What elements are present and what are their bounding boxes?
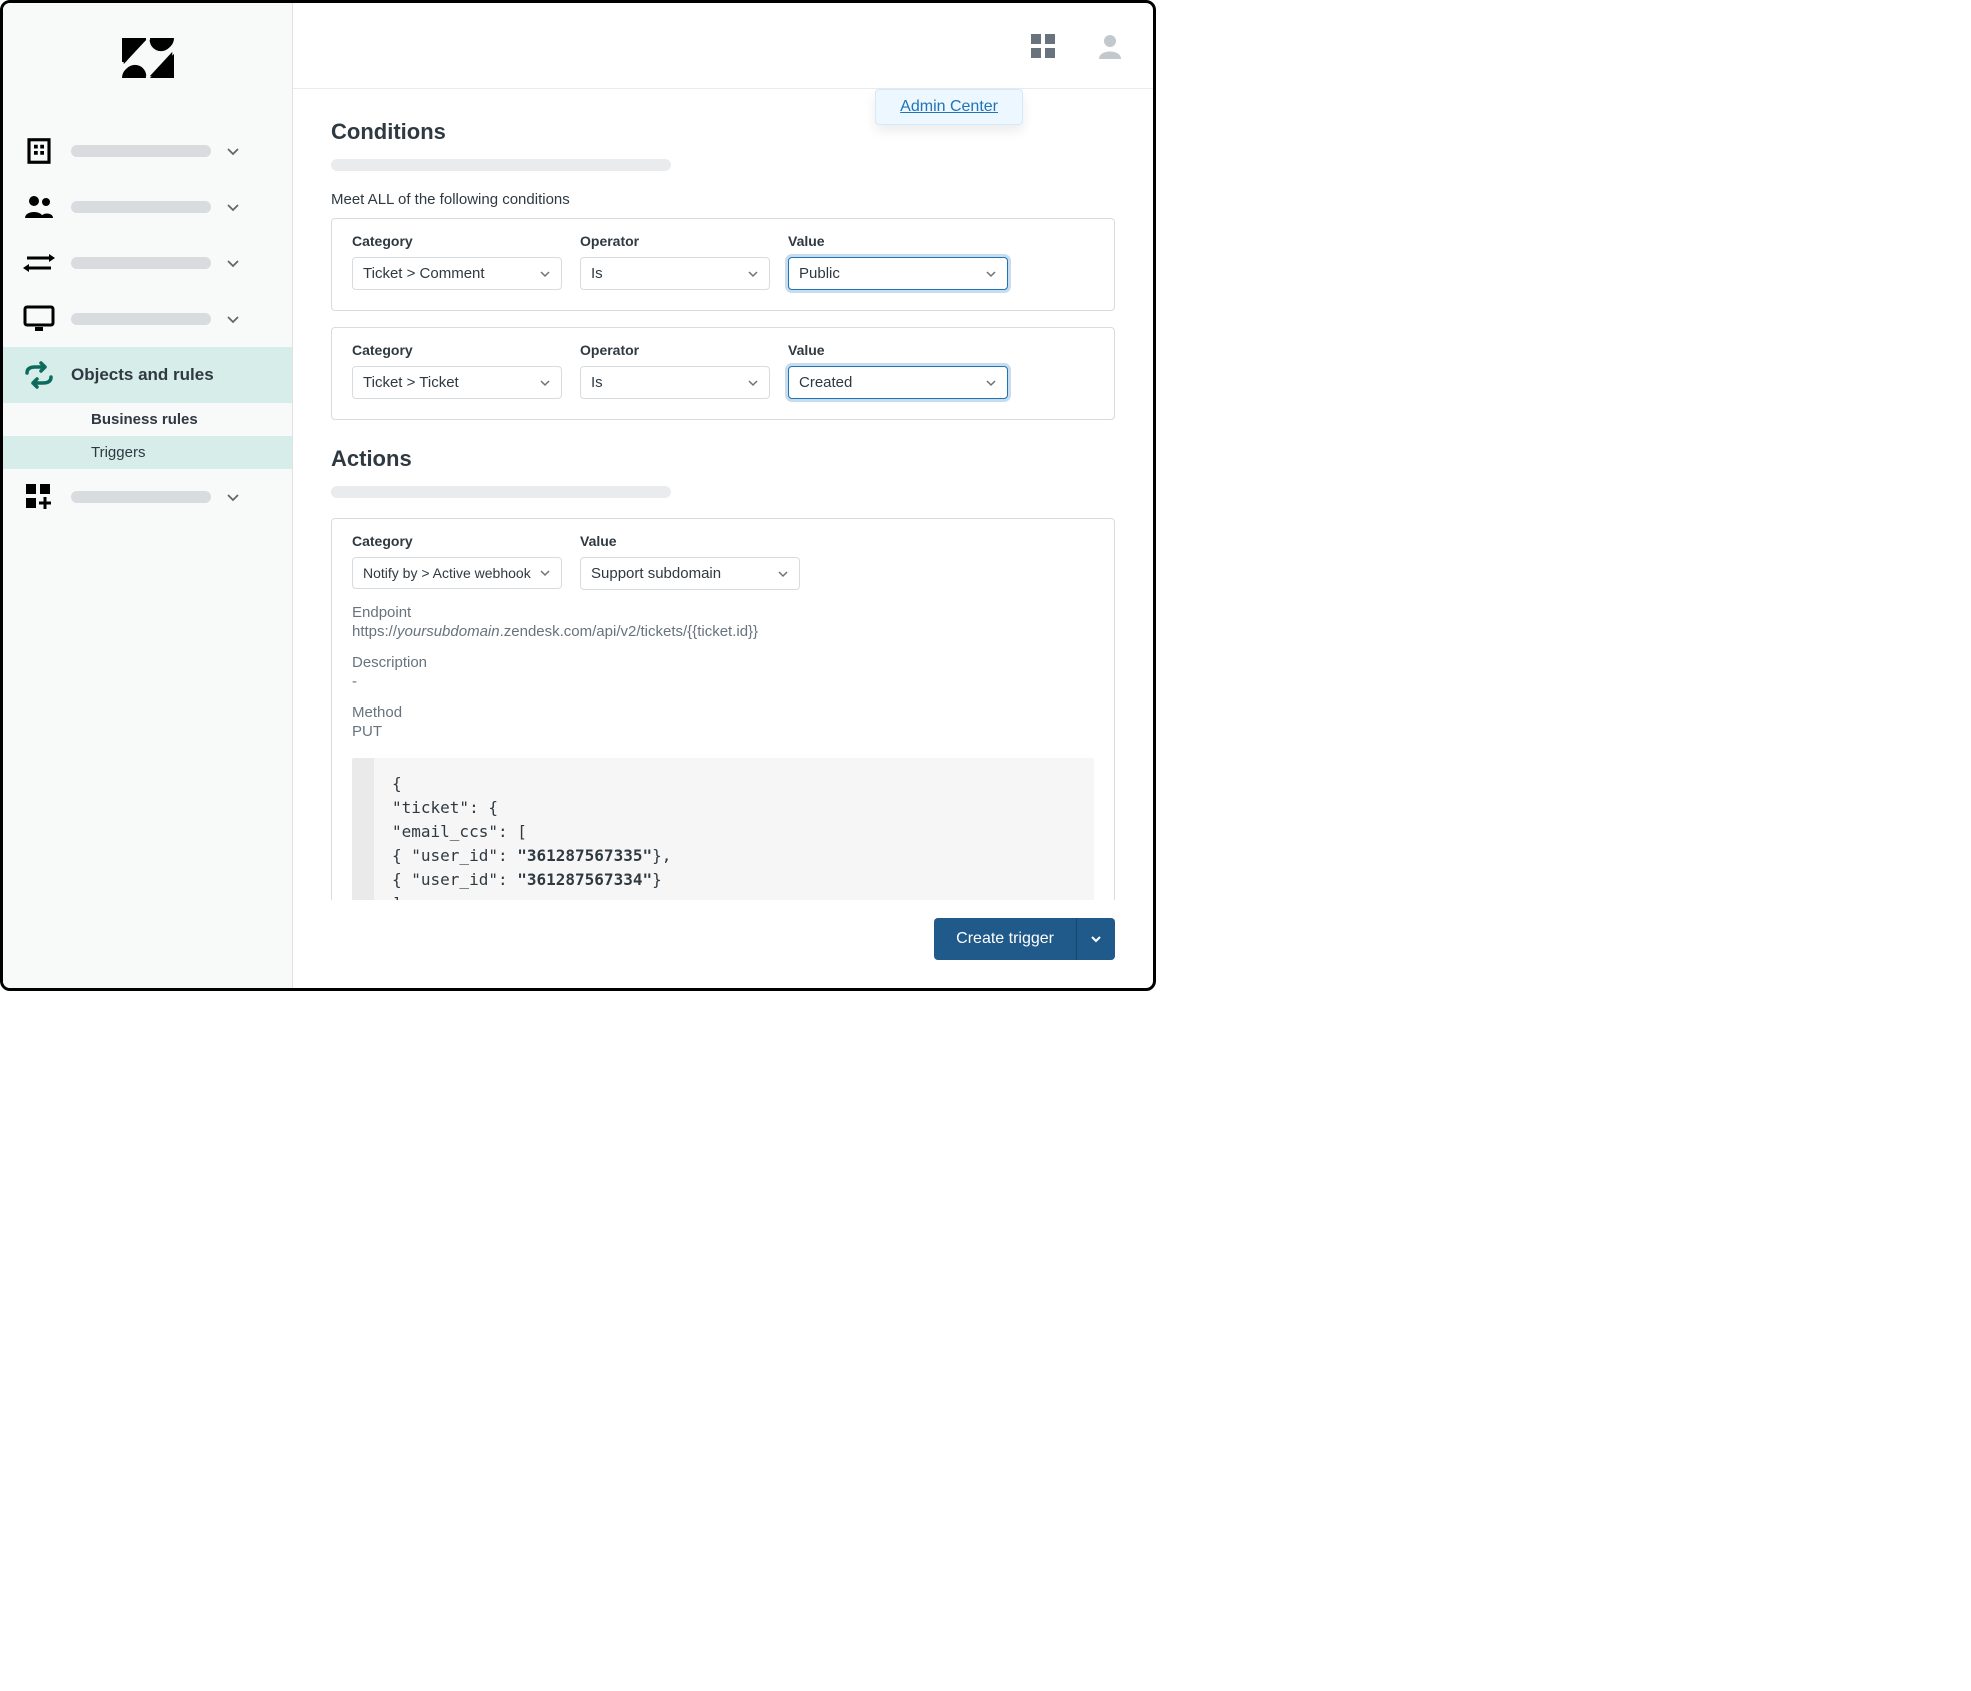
chevron-down-icon bbox=[985, 377, 997, 389]
nav-item-6[interactable] bbox=[3, 469, 292, 525]
subnav-header: Business rules bbox=[3, 403, 292, 436]
monitor-icon bbox=[21, 301, 57, 337]
chevron-down-icon bbox=[225, 489, 241, 505]
label-category: Category bbox=[352, 342, 562, 358]
flow-icon bbox=[21, 357, 57, 393]
nav-label-placeholder bbox=[71, 313, 211, 325]
building-icon bbox=[21, 133, 57, 169]
method-label: Method bbox=[352, 704, 1094, 721]
create-trigger-button[interactable]: Create trigger bbox=[934, 918, 1076, 960]
label-category: Category bbox=[352, 233, 562, 249]
select-value: Support subdomain bbox=[591, 565, 721, 582]
label-value: Value bbox=[788, 233, 1008, 249]
create-trigger-group: Create trigger bbox=[934, 918, 1115, 960]
content: Conditions Meet ALL of the following con… bbox=[293, 89, 1153, 900]
label-category: Category bbox=[352, 533, 562, 549]
create-trigger-dropdown[interactable] bbox=[1076, 918, 1115, 960]
chevron-down-icon bbox=[747, 268, 759, 280]
label-value: Value bbox=[580, 533, 800, 549]
description-value: - bbox=[352, 673, 1094, 690]
chevron-down-icon bbox=[985, 268, 997, 280]
method-value: PUT bbox=[352, 723, 1094, 740]
action-card: Category Notify by > Active webhook Valu… bbox=[331, 518, 1115, 900]
label-operator: Operator bbox=[580, 342, 770, 358]
people-icon bbox=[21, 189, 57, 225]
chevron-down-icon bbox=[539, 268, 551, 280]
arrows-icon bbox=[21, 245, 57, 281]
nav-item-objects-and-rules[interactable]: Objects and rules bbox=[3, 347, 292, 403]
nav-label-placeholder bbox=[71, 257, 211, 269]
nav-item-4[interactable] bbox=[3, 291, 292, 347]
nav-label-placeholder bbox=[71, 145, 211, 157]
chevron-down-icon bbox=[539, 567, 551, 579]
select-value: Ticket > Ticket bbox=[363, 374, 459, 391]
label-operator: Operator bbox=[580, 233, 770, 249]
app-frame: Objects and rules Business rules Trigger… bbox=[0, 0, 1156, 991]
select-value: Created bbox=[799, 374, 852, 391]
select-value: Is bbox=[591, 374, 603, 391]
select-value: Ticket > Comment bbox=[363, 265, 485, 282]
actions-title: Actions bbox=[331, 446, 1115, 472]
select-value-1[interactable]: Public bbox=[788, 257, 1008, 290]
select-value: Is bbox=[591, 265, 603, 282]
sidebar: Objects and rules Business rules Trigger… bbox=[3, 3, 293, 988]
nav-label-placeholder bbox=[71, 491, 211, 503]
select-operator-2[interactable]: Is bbox=[580, 366, 770, 399]
chevron-down-icon bbox=[777, 568, 789, 580]
select-category-1[interactable]: Ticket > Comment bbox=[352, 257, 562, 290]
subnav: Business rules Triggers bbox=[3, 403, 292, 469]
select-category-2[interactable]: Ticket > Ticket bbox=[352, 366, 562, 399]
endpoint-label: Endpoint bbox=[352, 604, 1094, 621]
section-placeholder bbox=[331, 159, 671, 171]
nav-item-2[interactable] bbox=[3, 179, 292, 235]
nav-item-3[interactable] bbox=[3, 235, 292, 291]
apps-add-icon bbox=[21, 479, 57, 515]
user-avatar-icon[interactable] bbox=[1095, 31, 1125, 61]
label-value: Value bbox=[788, 342, 1008, 358]
nav: Objects and rules Business rules Trigger… bbox=[3, 113, 292, 525]
main: Admin Center Conditions Meet ALL of the … bbox=[293, 3, 1153, 988]
chevron-down-icon bbox=[225, 143, 241, 159]
nav-item-1[interactable] bbox=[3, 123, 292, 179]
chevron-down-icon bbox=[539, 377, 551, 389]
zendesk-logo-icon bbox=[122, 38, 174, 78]
section-placeholder bbox=[331, 486, 671, 498]
condition-card-2: Category Ticket > Ticket Operator Is bbox=[331, 327, 1115, 420]
nav-label: Objects and rules bbox=[71, 365, 274, 385]
chevron-down-icon bbox=[747, 377, 759, 389]
json-body: { "ticket": { "email_ccs": [ { "user_id"… bbox=[352, 758, 1094, 900]
select-operator-1[interactable]: Is bbox=[580, 257, 770, 290]
chevron-down-icon bbox=[225, 311, 241, 327]
chevron-down-icon bbox=[225, 199, 241, 215]
chevron-down-icon bbox=[225, 255, 241, 271]
select-value: Notify by > Active webhook bbox=[363, 565, 531, 581]
apps-grid-icon[interactable] bbox=[1027, 30, 1059, 62]
subnav-item-triggers[interactable]: Triggers bbox=[3, 436, 292, 469]
admin-center-link[interactable]: Admin Center bbox=[875, 89, 1023, 125]
nav-label-placeholder bbox=[71, 201, 211, 213]
select-value: Public bbox=[799, 265, 840, 282]
endpoint-value: https://yoursubdomain.zendesk.com/api/v2… bbox=[352, 623, 1094, 640]
footer: Create trigger bbox=[293, 900, 1153, 988]
topbar bbox=[293, 3, 1153, 89]
logo-area bbox=[3, 3, 292, 113]
condition-card-1: Category Ticket > Comment Operator Is bbox=[331, 218, 1115, 311]
description-label: Description bbox=[352, 654, 1094, 671]
select-action-category[interactable]: Notify by > Active webhook bbox=[352, 557, 562, 589]
meet-all-label: Meet ALL of the following conditions bbox=[331, 191, 1115, 208]
chevron-down-icon bbox=[1089, 932, 1103, 946]
select-action-value[interactable]: Support subdomain bbox=[580, 557, 800, 590]
select-value-2[interactable]: Created bbox=[788, 366, 1008, 399]
